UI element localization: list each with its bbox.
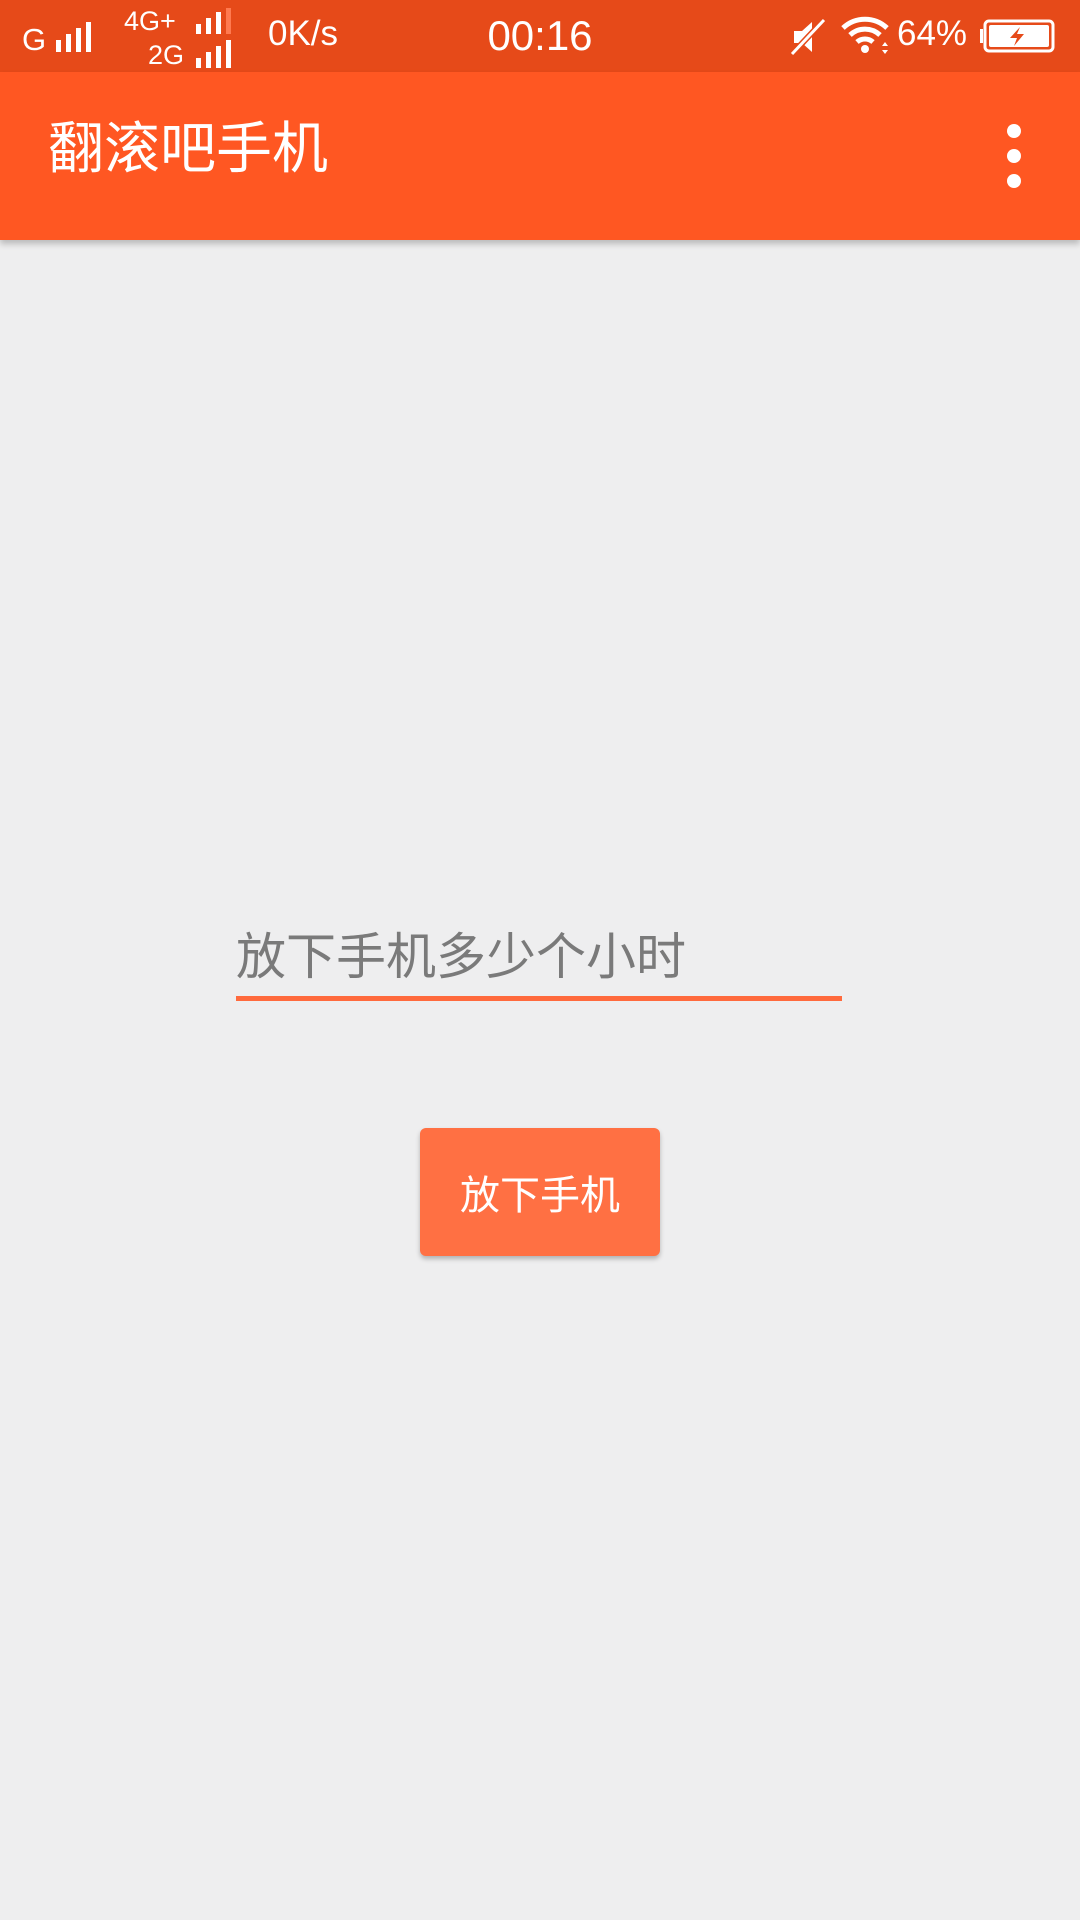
- app-title: 翻滚吧手机: [48, 117, 328, 182]
- mute-icon: [790, 18, 826, 56]
- screen: G 4G+ 2G 0K/s 00:16 64% 翻滚吧手机 放下手机多少个小时 …: [0, 0, 1080, 1920]
- menu-dot: [1007, 174, 1021, 188]
- menu-dot: [1007, 124, 1021, 138]
- menu-dot: [1007, 149, 1021, 163]
- app-bar: 翻滚吧手机: [0, 72, 1080, 240]
- put-down-phone-button[interactable]: 放下手机: [420, 1128, 660, 1256]
- more-vert-icon[interactable]: [990, 124, 1038, 188]
- status-bar: G 4G+ 2G 0K/s 00:16 64%: [0, 0, 1080, 72]
- battery-charging-icon: [980, 19, 1055, 53]
- hours-input[interactable]: [236, 918, 842, 1001]
- battery-percent: 64%: [897, 14, 968, 53]
- wifi-icon: [841, 16, 889, 54]
